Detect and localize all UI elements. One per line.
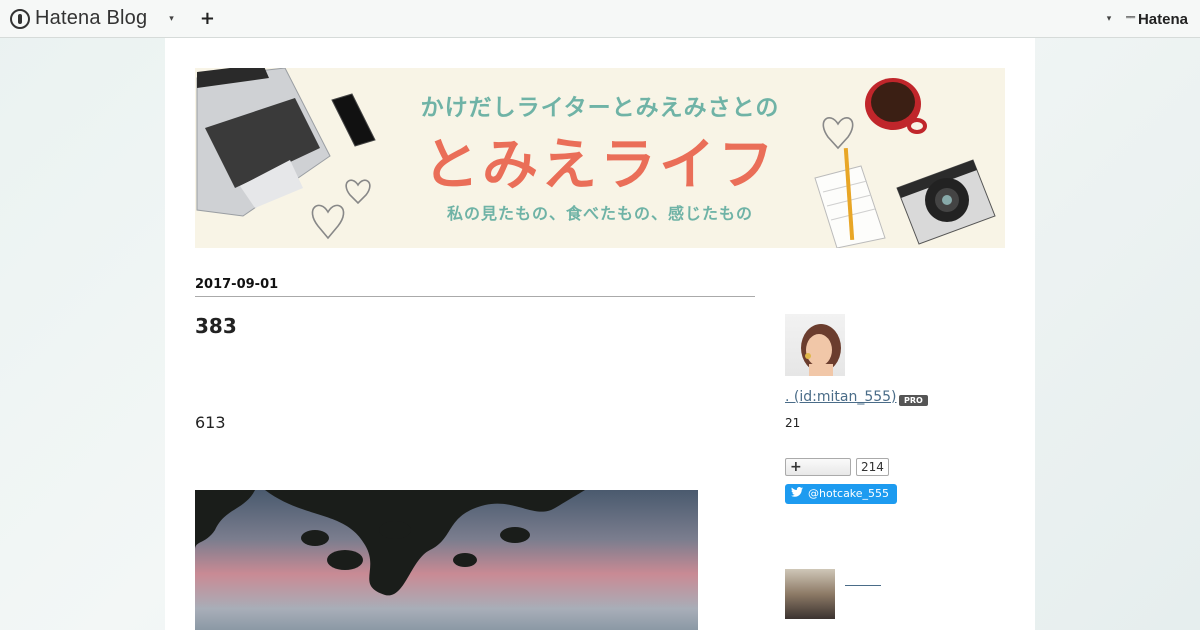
blog-content: かけだしライターとみえみさとの とみえライフ 私の見たもの、食べたもの、感じたも…: [165, 38, 1035, 630]
twitter-bird-icon: [791, 484, 803, 504]
entry-date[interactable]: 2017-09-01: [195, 277, 278, 292]
pro-badge: PRO: [899, 395, 928, 406]
reader-count: 21: [785, 416, 801, 430]
entry-title[interactable]: 383: [195, 314, 237, 338]
top-navigation-bar: Hatena Blog ▾ + ▾ ⁼⁼ Hatena: [0, 0, 1200, 38]
top-right-menu: ▾ ⁼⁼ Hatena: [1107, 0, 1188, 38]
twitter-handle: @hotcake_555: [808, 487, 890, 500]
related-link[interactable]: [845, 584, 881, 586]
avatar-portrait: [801, 324, 841, 376]
hatena-link[interactable]: Hatena: [1138, 11, 1188, 28]
add-entry-button[interactable]: +: [200, 9, 215, 28]
twitter-follow-button[interactable]: @hotcake_555: [785, 484, 898, 504]
blog-header-banner[interactable]: かけだしライターとみえみさとの とみえライフ 私の見たもの、食べたもの、感じたも…: [195, 68, 1005, 248]
logo-text: Hatena Blog: [35, 7, 148, 29]
banner-subtitle: かけだしライターとみえみさとの: [420, 95, 780, 121]
tree-silhouette: [195, 490, 585, 596]
related-thumbnail[interactable]: [785, 569, 835, 619]
hatena-blog-logo[interactable]: Hatena Blog: [10, 7, 147, 30]
blog-tagline: 私の見たもの、食べたもの、感じたもの: [446, 204, 753, 223]
entry-sunset-photo: [195, 490, 698, 630]
chevron-down-icon[interactable]: ▾: [1107, 14, 1112, 24]
profile-id-link[interactable]: . (id:mitan_555): [785, 389, 897, 405]
entry-body-text: 613: [195, 413, 226, 432]
hatena-mark-icon: ⁼⁼: [1125, 12, 1136, 26]
follow-blog-button[interactable]: +: [785, 458, 851, 476]
chevron-down-icon[interactable]: ▾: [169, 14, 174, 24]
hatena-blog-logo-icon: [10, 8, 30, 29]
blog-title: とみえライフ: [423, 133, 777, 198]
avatar[interactable]: [785, 314, 845, 376]
follower-count: 214: [856, 458, 889, 476]
date-divider: [195, 296, 755, 297]
